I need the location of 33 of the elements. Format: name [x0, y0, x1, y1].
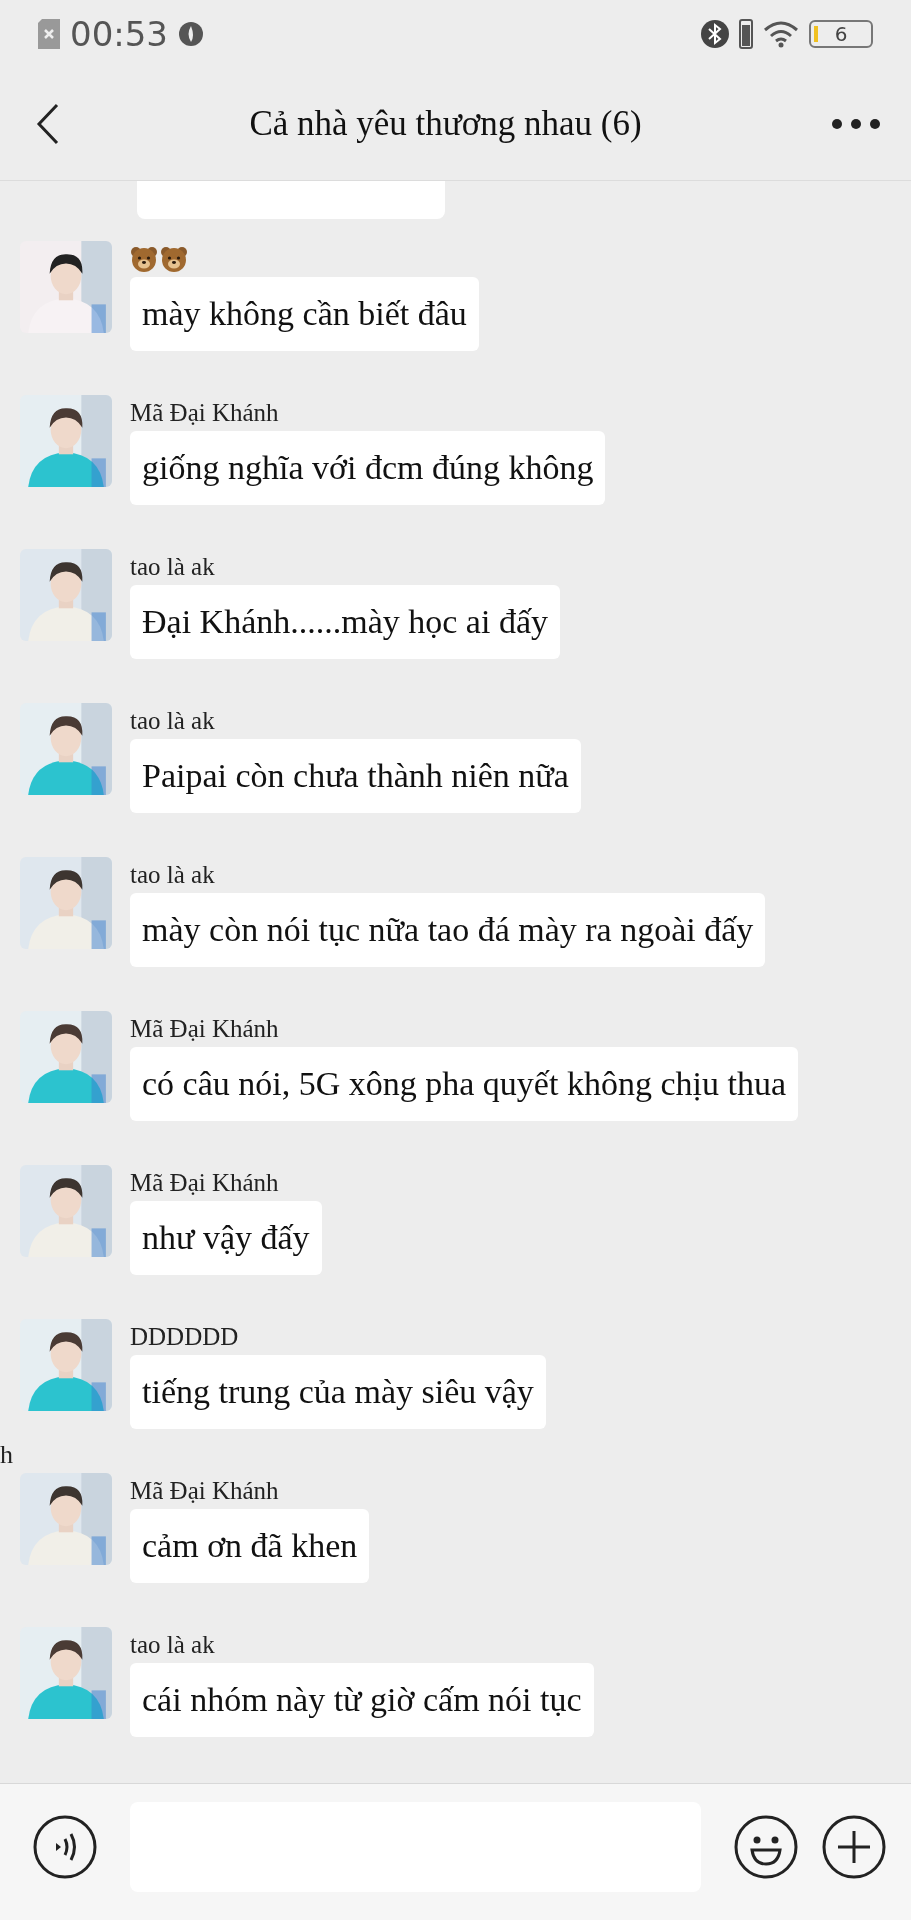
message-bubble: mày còn nói tục nữa tao đá mày ra ngoài đấy — [130, 893, 766, 967]
sender-name: tao là ak — [130, 552, 215, 582]
add-button[interactable] — [821, 1814, 887, 1880]
message-bubble: cảm ơn đã khen — [130, 1509, 370, 1583]
message-bubble: có câu nói, 5G xông pha quyết không chịu thua — [130, 1047, 798, 1121]
sender-name: Mã Đại Khánh — [130, 1476, 279, 1506]
message-bubble: giống nghĩa với đcm đúng không — [130, 431, 606, 505]
sender-name: DDDDDD — [130, 1322, 239, 1352]
bear-face-icon — [160, 246, 188, 272]
message-bubble: cái nhóm này từ giờ cấm nói tục — [130, 1663, 594, 1737]
message-bubble: mày không cần biết đâu — [130, 277, 479, 351]
chat-title: Cả nhà yêu thương nhau (6) — [248, 104, 643, 144]
sender-name: tao là ak — [130, 1630, 215, 1660]
bluetooth-icon — [701, 19, 729, 49]
sender-name: tao là ak — [130, 860, 215, 890]
sim-card-icon — [38, 19, 60, 49]
more-icon[interactable] — [831, 118, 881, 130]
sender-name: Mã Đại Khánh — [130, 398, 279, 428]
clock-time: 00:53 — [70, 14, 168, 54]
voice-button[interactable] — [32, 1814, 98, 1880]
message-bubble: như vậy đấy — [130, 1201, 322, 1275]
sender-name: tao là ak — [130, 706, 215, 736]
message-bubble: Đại Khánh......mày học ai đấy — [130, 585, 560, 659]
stray-letter: h — [0, 1440, 13, 1470]
sender-name: Mã Đại Khánh — [130, 1168, 279, 1198]
battery-indicator: 6 — [809, 20, 873, 48]
bear-face-icon — [130, 246, 158, 272]
message-bubble: Paipai còn chưa thành niên nữa — [130, 739, 581, 813]
wifi-icon — [763, 20, 799, 48]
message-bubble: tiếng trung của mày siêu vậy — [130, 1355, 546, 1429]
sender-name: Mã Đại Khánh — [130, 1014, 279, 1044]
emoji-button[interactable] — [733, 1814, 799, 1880]
back-icon[interactable] — [36, 103, 60, 145]
